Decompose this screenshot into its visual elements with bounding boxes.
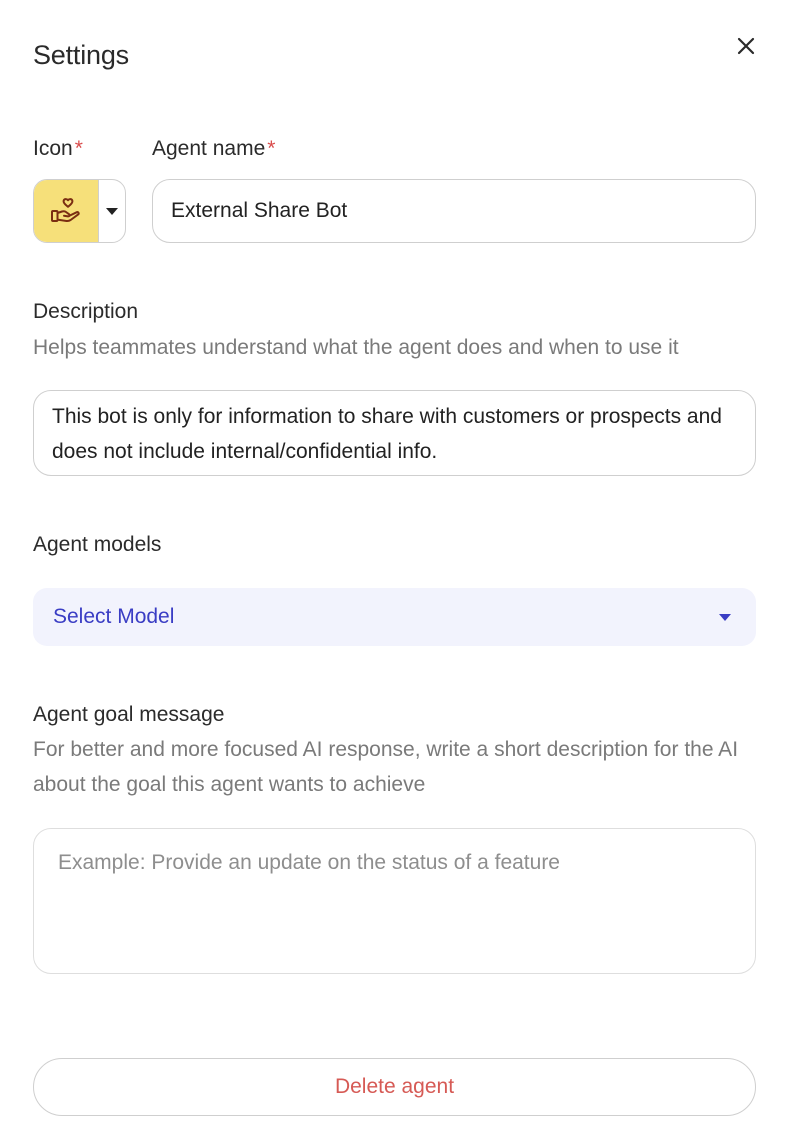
- agent-name-label-text: Agent name: [152, 137, 266, 160]
- icon-swatch[interactable]: [34, 180, 99, 242]
- description-label: Description: [33, 300, 139, 323]
- description-input[interactable]: This bot is only for information to shar…: [33, 390, 756, 476]
- settings-panel: Settings Icon* Agent name* External Shar…: [0, 0, 788, 1148]
- goal-message-placeholder: Example: Provide an update on the status…: [58, 851, 560, 874]
- goal-message-label: Agent goal message: [33, 703, 225, 726]
- goal-message-input[interactable]: Example: Provide an update on the status…: [33, 828, 756, 974]
- goal-message-help: For better and more focused AI response,…: [33, 738, 739, 796]
- required-mark: *: [267, 137, 276, 160]
- icon-dropdown-toggle[interactable]: [99, 180, 125, 242]
- model-select[interactable]: Select Model: [33, 588, 756, 646]
- hand-heart-icon: [51, 198, 80, 223]
- icon-label-text: Icon: [33, 137, 73, 160]
- description-help: Helps teammates understand what the agen…: [33, 336, 679, 359]
- agent-name-input[interactable]: External Share Bot: [152, 179, 756, 243]
- close-button[interactable]: [730, 30, 762, 62]
- required-mark: *: [74, 137, 83, 160]
- caret-down-icon: [719, 614, 731, 621]
- delete-agent-button[interactable]: Delete agent: [33, 1058, 756, 1116]
- agent-name-label: Agent name*: [152, 137, 275, 161]
- caret-down-icon: [106, 208, 118, 215]
- page-title: Settings: [33, 40, 129, 70]
- icon-picker[interactable]: [33, 179, 126, 243]
- icon-label: Icon*: [33, 137, 83, 161]
- agent-models-label: Agent models: [33, 533, 162, 556]
- model-select-value: Select Model: [53, 605, 175, 628]
- close-icon: [737, 37, 755, 55]
